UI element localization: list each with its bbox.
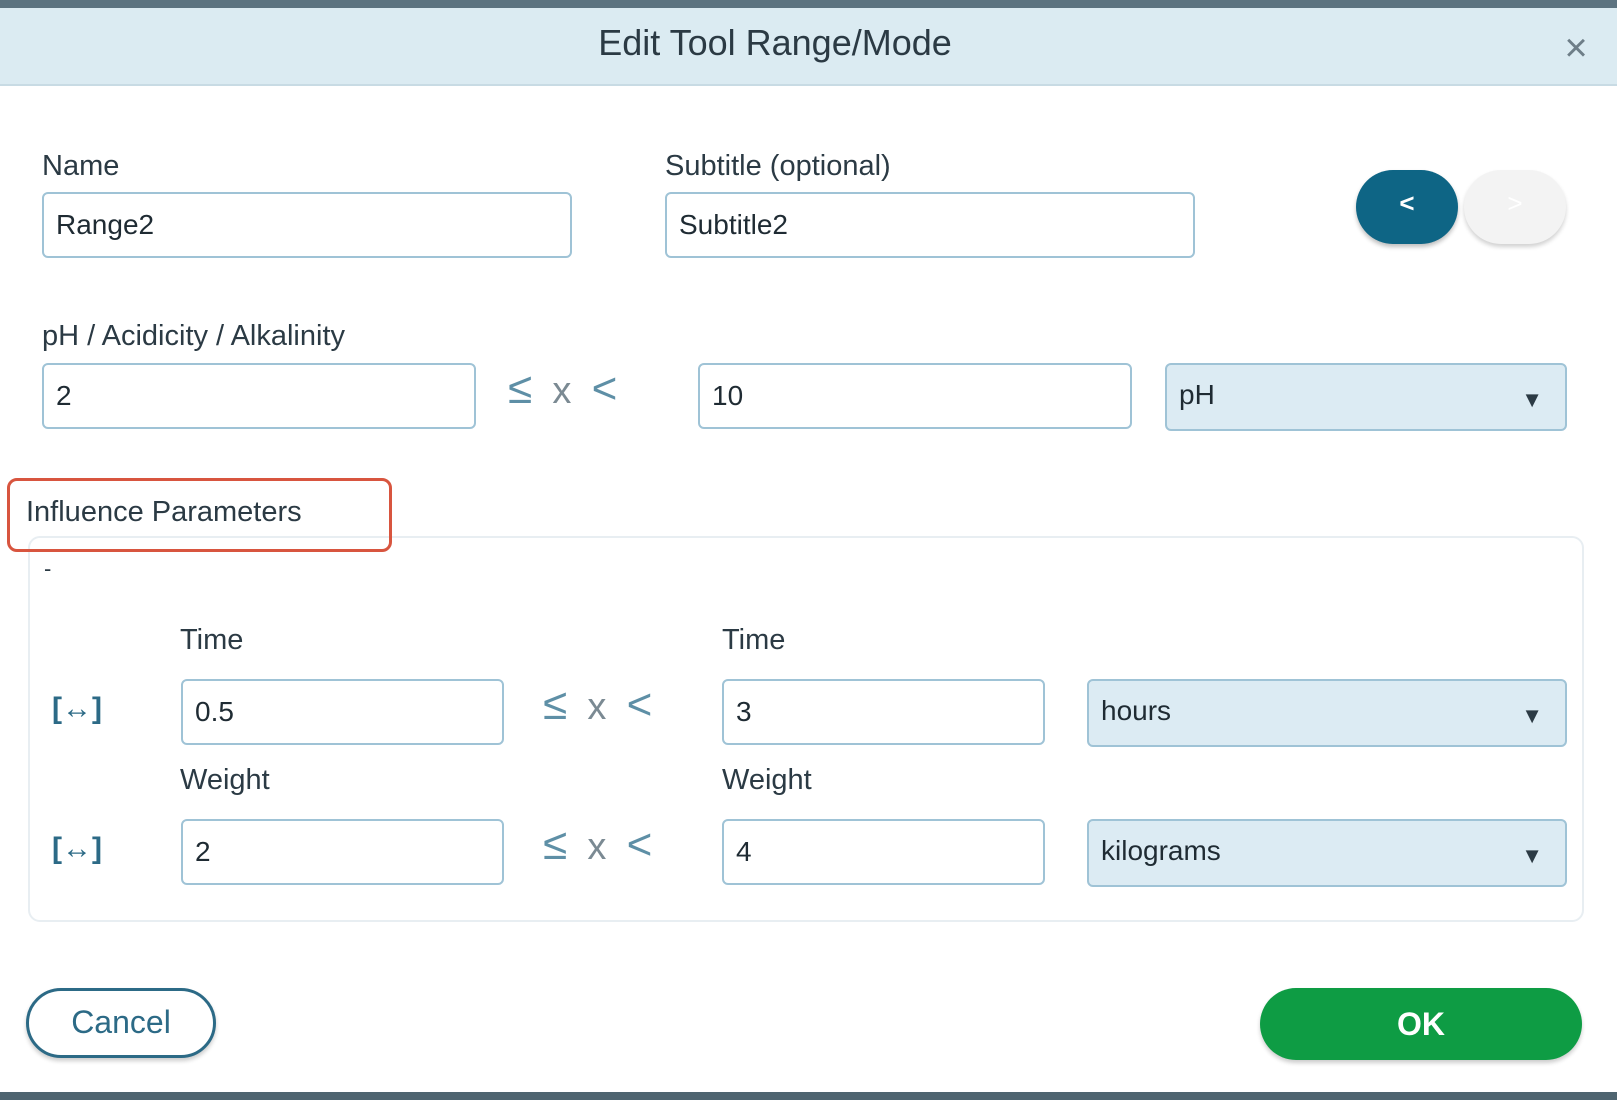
close-icon[interactable]: × (1556, 28, 1596, 68)
weight-min-label: Weight (180, 764, 270, 796)
variable-x: x (587, 826, 611, 868)
weight-max-label: Weight (722, 764, 812, 796)
subtitle-label: Subtitle (optional) (665, 150, 891, 182)
weight-min-input[interactable] (181, 819, 504, 885)
previous-button[interactable]: < (1356, 170, 1458, 244)
less-than-symbol: < (591, 364, 622, 413)
time-min-input[interactable] (181, 679, 504, 745)
primary-range-unit-value: pH (1179, 379, 1215, 410)
ok-button[interactable]: OK (1260, 988, 1582, 1060)
next-button[interactable]: > (1464, 170, 1566, 244)
less-than-symbol: < (626, 820, 657, 869)
subtitle-input[interactable] (665, 192, 1195, 258)
time-unit-select[interactable]: hours ▼ (1087, 679, 1567, 747)
primary-range-unit-select[interactable]: pH ▼ (1165, 363, 1567, 431)
weight-inequality: ≤ x < (543, 820, 656, 870)
variable-x: x (552, 370, 576, 412)
time-max-label: Time (722, 624, 786, 656)
range-toggle-icon[interactable]: [↔] (52, 832, 102, 866)
less-equal-symbol: ≤ (543, 680, 572, 729)
time-min-label: Time (180, 624, 244, 656)
chevron-down-icon: ▼ (1521, 387, 1543, 412)
window-frame-top (0, 0, 1617, 8)
dialog-title: Edit Tool Range/Mode (598, 22, 952, 63)
less-equal-symbol: ≤ (508, 364, 537, 413)
weight-max-input[interactable] (722, 819, 1045, 885)
less-equal-symbol: ≤ (543, 820, 572, 869)
variable-x: x (587, 686, 611, 728)
dialog-header: Edit Tool Range/Mode × (0, 8, 1617, 86)
less-than-symbol: < (626, 680, 657, 729)
chevron-down-icon: ▼ (1521, 703, 1543, 728)
range-toggle-icon[interactable]: [↔] (52, 692, 102, 726)
chevron-down-icon: ▼ (1521, 843, 1543, 868)
primary-range-max-input[interactable] (698, 363, 1132, 429)
cancel-button[interactable]: Cancel (26, 988, 216, 1058)
weight-unit-select[interactable]: kilograms ▼ (1087, 819, 1567, 887)
primary-range-min-input[interactable] (42, 363, 476, 429)
primary-range-inequality: ≤ x < (508, 364, 621, 414)
panel-tick-mark: - (44, 556, 52, 581)
highlight-annotation (7, 478, 392, 552)
name-input[interactable] (42, 192, 572, 258)
name-label: Name (42, 150, 120, 182)
weight-unit-value: kilograms (1101, 835, 1221, 866)
primary-range-label: pH / Acidicity / Alkalinity (42, 320, 345, 352)
time-inequality: ≤ x < (543, 680, 656, 730)
time-unit-value: hours (1101, 695, 1172, 726)
window-frame-bottom (0, 1092, 1617, 1100)
time-max-input[interactable] (722, 679, 1045, 745)
